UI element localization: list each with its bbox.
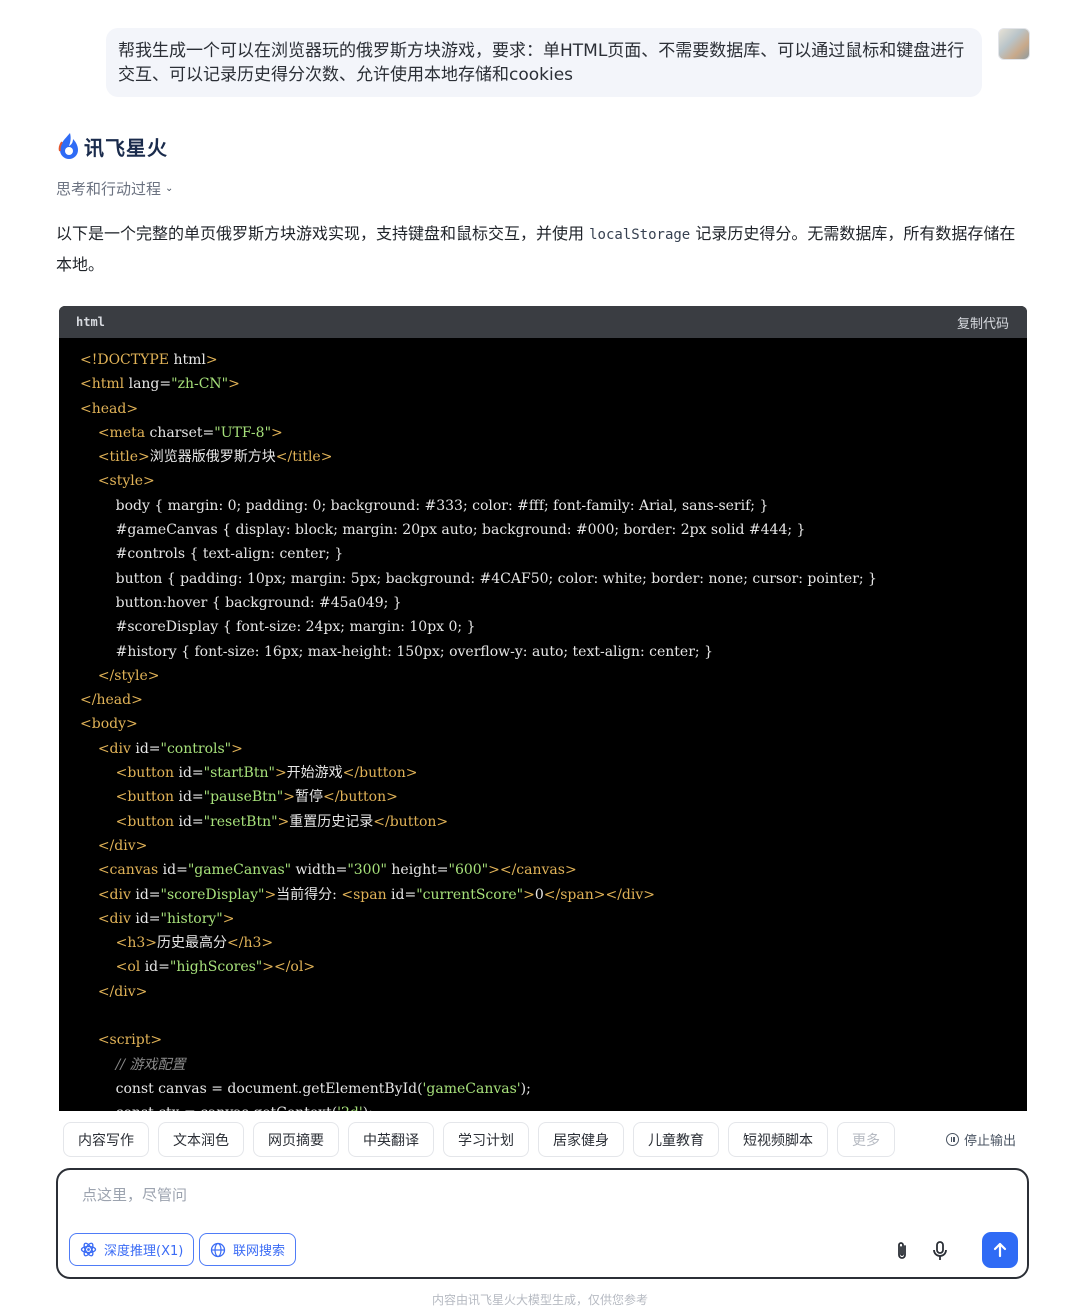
chevron-down-icon: ⌄ (165, 183, 174, 194)
microphone-icon[interactable] (929, 1240, 951, 1262)
arrow-up-icon (993, 1242, 1007, 1258)
deep-reasoning-button[interactable]: 深度推理(X1) (69, 1233, 195, 1266)
code-line: <style> (97, 473, 155, 490)
code-line: #scoreDisplay { font-size: 24px; margin:… (80, 619, 476, 636)
suggestion-chip[interactable]: 网页摘要 (253, 1122, 339, 1157)
code-line: #gameCanvas { display: block; margin: 20… (80, 522, 806, 539)
code-line: body { margin: 0; padding: 0; background… (80, 497, 769, 514)
code-line: <body> (80, 716, 138, 733)
chat-input-box: 深度推理(X1) 联网搜索 (56, 1168, 1029, 1279)
code-line: button { padding: 10px; margin: 5px; bac… (80, 570, 877, 587)
web-search-label: 联网搜索 (233, 1244, 286, 1259)
code-line: <h3>历史最高分</h3> (115, 935, 274, 952)
spark-logo-icon (58, 133, 78, 159)
user-message-bubble: 帮我生成一个可以在浏览器玩的俄罗斯方块游戏，要求：单HTML页面、不需要数据库、… (106, 28, 982, 97)
code-block-header: html 复制代码 (59, 306, 1027, 338)
code-line: <canvas id="gameCanvas" width="300" heig… (97, 862, 577, 879)
code-line: <div id="history"> (97, 910, 235, 927)
code-line: <button id="resetBtn">重置历史记录</button> (115, 813, 449, 830)
suggestion-chip[interactable]: 中英翻译 (348, 1122, 434, 1157)
suggestion-chip[interactable]: 内容写作 (63, 1122, 149, 1157)
suggestion-chip[interactable]: 学习计划 (443, 1122, 529, 1157)
pause-circle-icon (946, 1133, 959, 1146)
code-line: #history { font-size: 16px; max-height: … (80, 643, 713, 660)
code-block: html 复制代码 <!DOCTYPE html> <html lang="zh-… (59, 306, 1027, 1111)
answer-intro: 以下是一个完整的单页俄罗斯方块游戏实现，支持键盘和鼠标交互，并使用 localS… (56, 219, 1026, 279)
code-line: ​ (80, 1004, 1027, 1028)
code-line: </head> (80, 692, 143, 709)
atom-icon (80, 1242, 97, 1257)
code-line: <div id="scoreDisplay">当前得分: <span id="c… (97, 886, 655, 903)
code-line: // 游戏配置 (80, 1056, 186, 1073)
user-message-text: 帮我生成一个可以在浏览器玩的俄罗斯方块游戏，要求：单HTML页面、不需要数据库、… (118, 41, 965, 85)
code-content: <!DOCTYPE html> <html lang="zh-CN"> <head>… (59, 338, 1027, 1111)
code-line: <button id="startBtn">开始游戏</button> (115, 765, 418, 782)
thinking-process-toggle[interactable]: 思考和行动过程 ⌄ (56, 178, 173, 199)
code-line: </div> (97, 837, 148, 854)
disclaimer-footer: 内容由讯飞星火大模型生成，仅供您参考 (431, 1293, 648, 1307)
code-line: const ctx = canvas.getContext('2d'); (80, 1101, 1027, 1111)
suggestion-chip[interactable]: 短视频脚本 (728, 1122, 828, 1157)
deep-reasoning-label: 深度推理(X1) (104, 1244, 184, 1259)
code-line: #controls { text-align: center; } (80, 546, 344, 563)
web-search-button[interactable]: 联网搜索 (199, 1233, 297, 1266)
suggestion-chips: 内容写作 文本润色 网页摘要 中英翻译 学习计划 居家健身 儿童教育 短视频脚本 更多 (63, 1122, 895, 1157)
paperclip-icon[interactable] (891, 1240, 913, 1262)
intro-text-1: 以下是一个完整的单页俄罗斯方块游戏实现，支持键盘和鼠标交互，并使用 (56, 224, 590, 243)
code-line: <!DOCTYPE html> (80, 352, 218, 368)
code-language: html (76, 315, 105, 329)
code-line: <meta charset="UTF-8"> (97, 424, 283, 441)
code-line: <script> (97, 1032, 163, 1049)
stop-label: 停止输出 (964, 1134, 1017, 1149)
suggestion-chip[interactable]: 居家健身 (538, 1122, 624, 1157)
code-line: <head> (80, 400, 139, 417)
suggestion-chip[interactable]: 更多 (837, 1122, 895, 1157)
send-button[interactable] (982, 1232, 1018, 1268)
intro-code: localStorage (589, 227, 691, 243)
code-line: <button id="pauseBtn">暂停</button> (115, 789, 398, 806)
code-line: </div> (97, 983, 148, 1000)
code-line: <ol id="highScores"></ol> (115, 959, 316, 976)
code-line: button:hover { background: #45a049; } (80, 594, 402, 611)
chat-input[interactable] (82, 1186, 982, 1204)
brand-name: 讯飞星火 (84, 135, 168, 160)
code-line: const canvas = document.getElementById('… (80, 1080, 531, 1097)
code-line: </style> (97, 667, 160, 684)
suggestion-chip[interactable]: 文本润色 (158, 1122, 244, 1157)
globe-icon (210, 1242, 226, 1257)
thinking-label: 思考和行动过程 (56, 180, 162, 198)
stop-output-button[interactable]: 停止输出 (946, 1130, 1016, 1149)
copy-code-button[interactable]: 复制代码 (957, 313, 1009, 332)
suggestion-chip[interactable]: 儿童教育 (633, 1122, 719, 1157)
user-avatar[interactable] (998, 28, 1030, 60)
code-line: <title>浏览器版俄罗斯方块</title> (97, 449, 333, 466)
code-line: <html lang="zh-CN"> (80, 376, 240, 393)
code-line: <div id="controls"> (97, 740, 243, 757)
assistant-brand: 讯飞星火 (56, 130, 168, 162)
